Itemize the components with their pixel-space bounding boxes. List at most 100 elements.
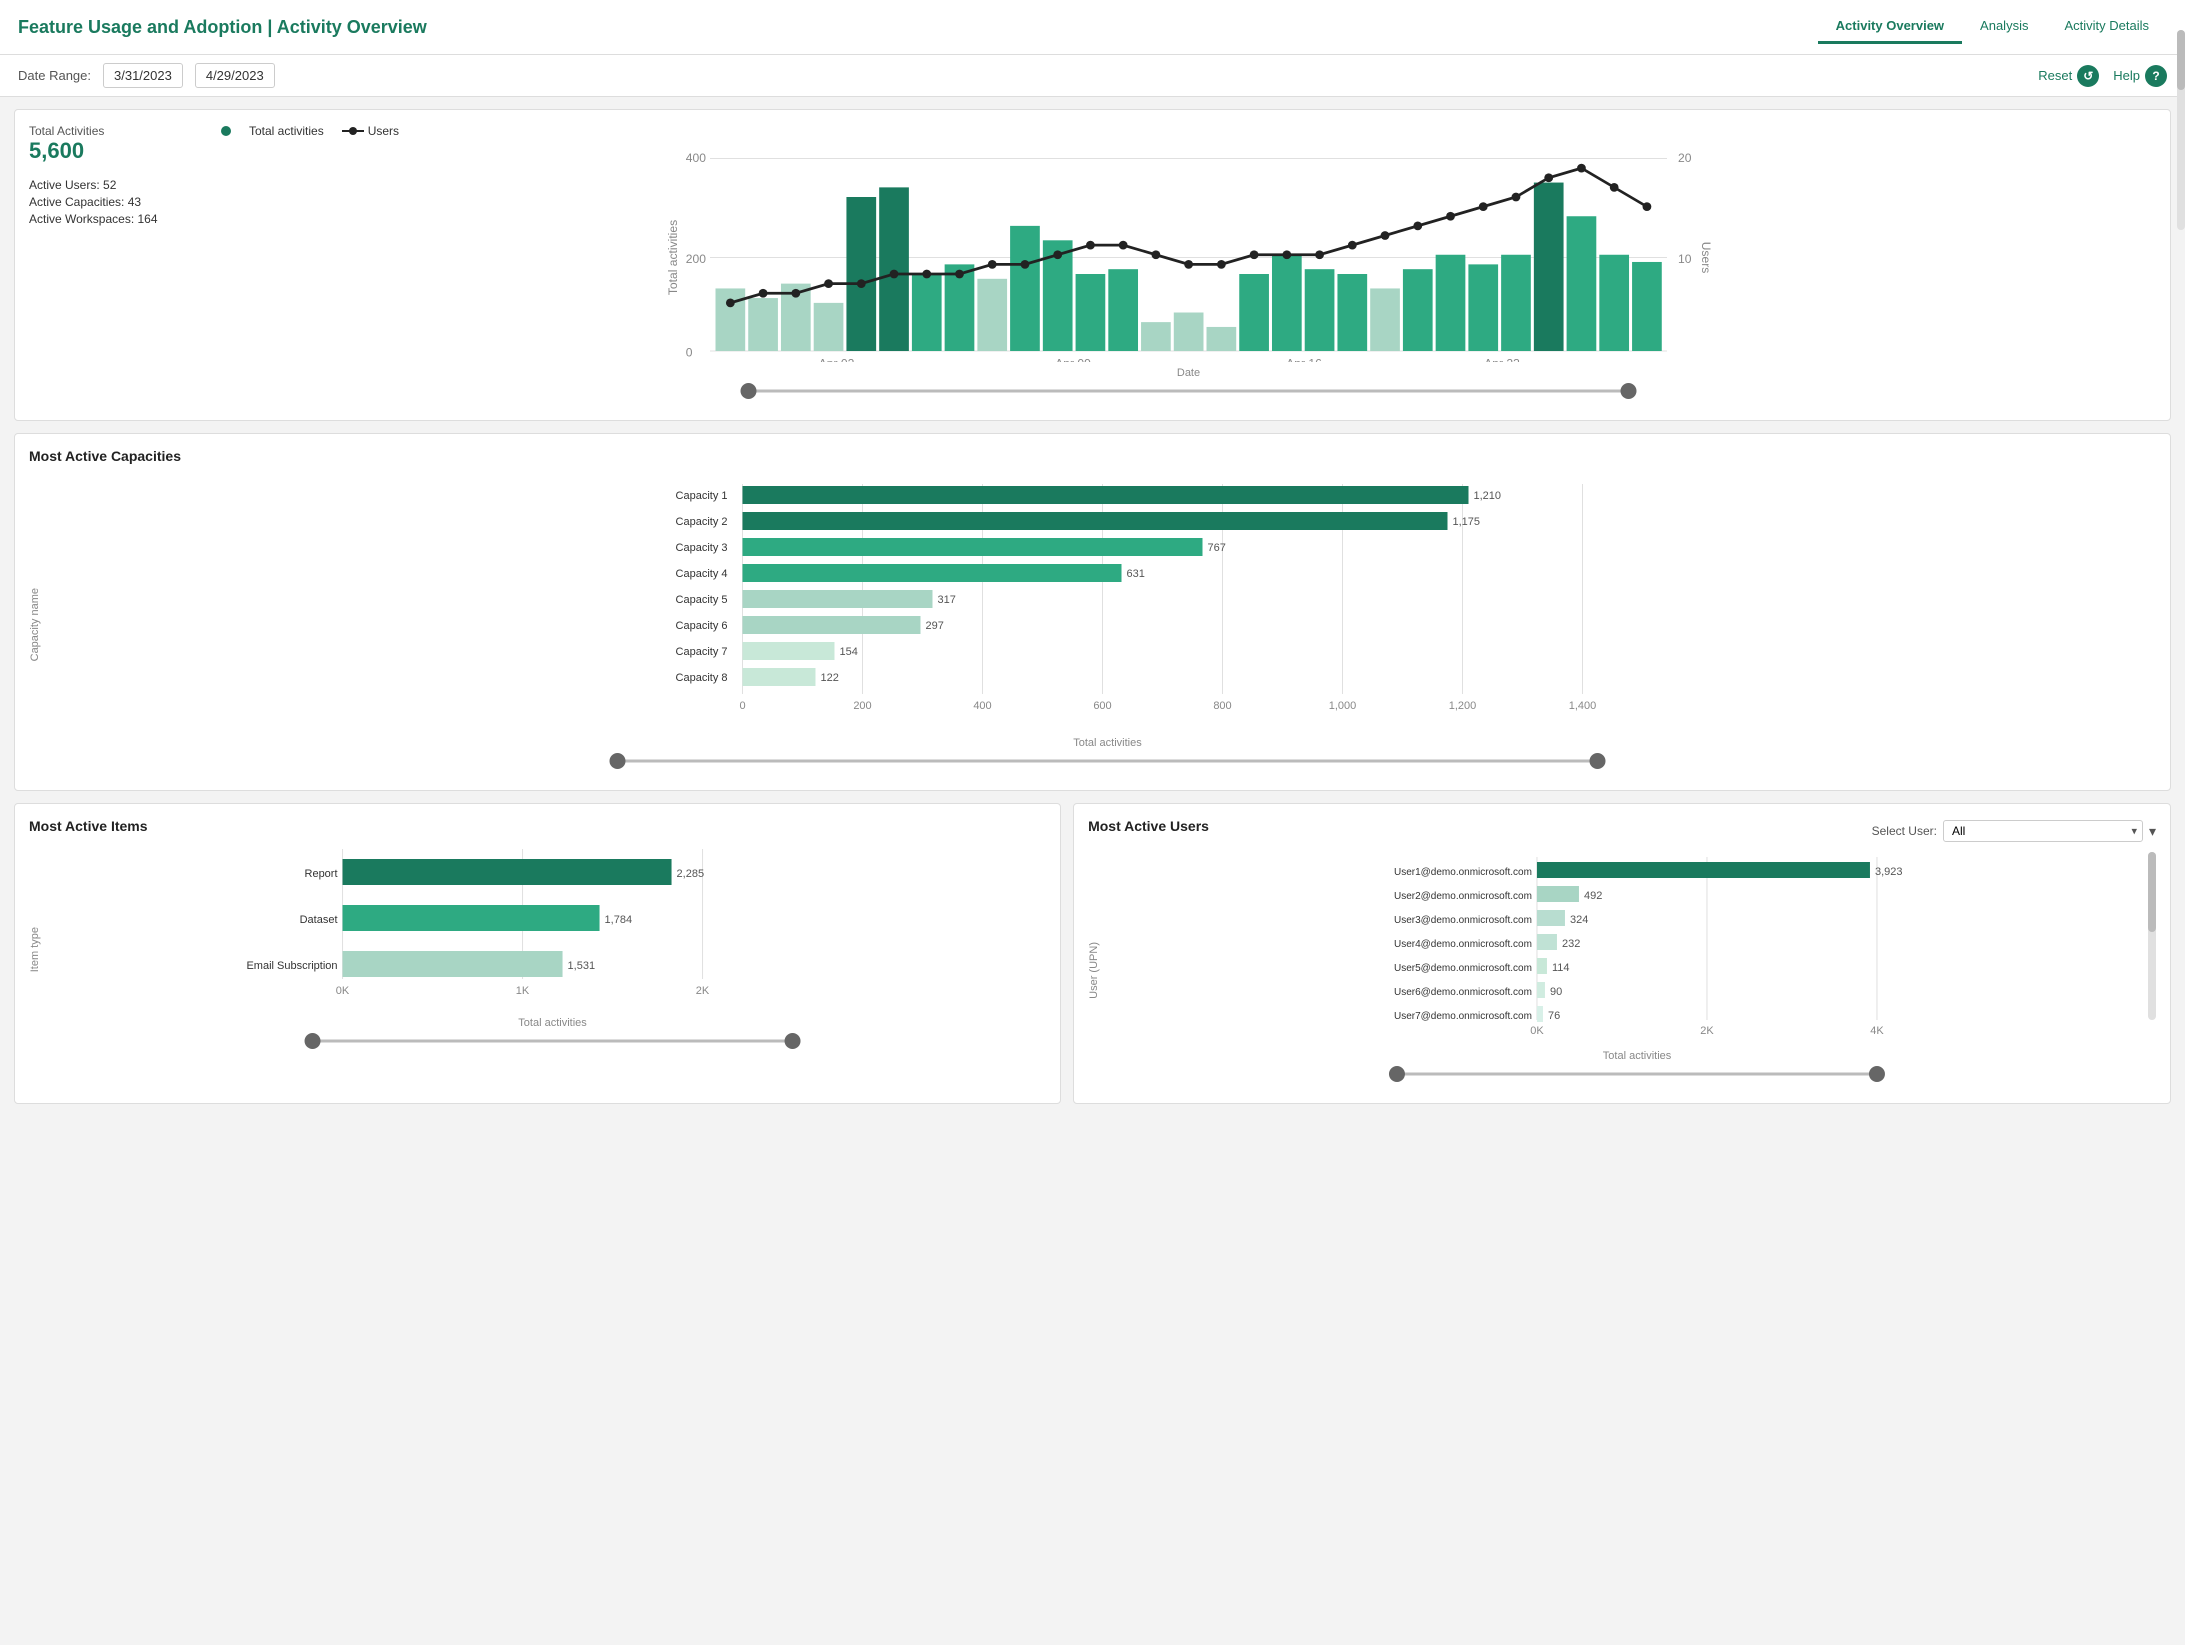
user-bar-3: [1537, 910, 1565, 926]
svg-text:User4@demo.onmicrosoft.com: User4@demo.onmicrosoft.com: [1394, 939, 1532, 950]
items-x-label: Total activities: [59, 1017, 1046, 1029]
users-chart-container: User (UPN) 0K 2K 4K User1@demo.onmicroso…: [1088, 852, 2156, 1089]
help-icon: ?: [2145, 65, 2167, 87]
legend-activities-dot: [221, 126, 231, 136]
svg-text:Apr 23: Apr 23: [1484, 357, 1520, 363]
activity-chart-svg: 400 200 0 20 10 Apr 02 Apr 09 Apr 16 Apr…: [221, 142, 2156, 362]
user-bar-4: [1537, 934, 1557, 950]
users-panel-header: Most Active Users Select User: All User1…: [1088, 818, 2156, 844]
date-start-button[interactable]: 3/31/2023: [103, 63, 183, 88]
top-row: Total Activities 5,600 Active Users: 52 …: [14, 109, 2171, 421]
cap-bar-5: [743, 590, 933, 608]
scrollbar[interactable]: [2177, 30, 2185, 230]
date-range-label: Date Range:: [18, 68, 91, 83]
svg-text:1,210: 1,210: [1474, 490, 1502, 502]
capacity-chart-title: Most Active Capacities: [29, 448, 2156, 464]
nav-tabs: Activity Overview Analysis Activity Deta…: [1818, 10, 2167, 44]
svg-text:Apr 02: Apr 02: [819, 357, 855, 363]
svg-text:Total activities: Total activities: [666, 220, 680, 295]
activity-chart-area: Total activities Users 400 200 0 20 10: [221, 124, 2156, 406]
svg-text:1,531: 1,531: [568, 960, 596, 972]
user-bar-6: [1537, 982, 1545, 998]
items-chart-inner: 0K 1K 2K Report 2,285 Dataset 1,784 Emai…: [59, 844, 1046, 1056]
users-chart-title: Most Active Users: [1088, 818, 1209, 834]
users-scrollbar-thumb[interactable]: [2148, 852, 2156, 932]
user-select[interactable]: All User1@demo.onmicrosoft.com User2@dem…: [1943, 820, 2143, 842]
active-workspaces-stat: Active Workspaces: 164: [29, 212, 195, 226]
items-chart-svg: 0K 1K 2K Report 2,285 Dataset 1,784 Emai…: [59, 844, 1046, 1014]
capacity-chart-svg: 0 200 400 600 800 1,000 1,200 1,400 1,21…: [59, 474, 2156, 734]
users-panel: Most Active Users Select User: All User1…: [1073, 803, 2171, 1104]
date-end-button[interactable]: 4/29/2023: [195, 63, 275, 88]
svg-text:0: 0: [686, 346, 693, 360]
svg-text:User5@demo.onmicrosoft.com: User5@demo.onmicrosoft.com: [1394, 963, 1532, 974]
legend-activities-label: Total activities: [249, 124, 324, 138]
svg-text:317: 317: [938, 594, 956, 606]
toolbar: Date Range: 3/31/2023 4/29/2023 Reset ↺ …: [0, 55, 2185, 97]
svg-text:Apr 09: Apr 09: [1055, 357, 1091, 363]
tab-activity-overview[interactable]: Activity Overview: [1818, 10, 1962, 44]
total-activities-value: 5,600: [29, 138, 195, 164]
scrollbar-thumb[interactable]: [2177, 30, 2185, 90]
svg-text:2K: 2K: [1700, 1025, 1714, 1037]
user-bar-1: [1537, 862, 1870, 878]
tab-activity-details[interactable]: Activity Details: [2046, 10, 2167, 44]
capacity-section: Most Active Capacities Capacity name: [14, 433, 2171, 791]
user-select-wrapper[interactable]: All User1@demo.onmicrosoft.com User2@dem…: [1943, 820, 2143, 842]
svg-text:Capacity 6: Capacity 6: [676, 620, 728, 632]
user-bar-2: [1537, 886, 1579, 902]
svg-text:232: 232: [1562, 938, 1580, 950]
items-y-label-wrapper: Item type: [29, 844, 59, 1056]
svg-text:Capacity 4: Capacity 4: [676, 568, 728, 580]
total-activities-label: Total Activities: [29, 124, 195, 138]
active-capacities-stat: Active Capacities: 43: [29, 195, 195, 209]
svg-text:1,200: 1,200: [1449, 700, 1477, 712]
item-bar-email: [343, 951, 563, 977]
capacity-y-label: Capacity name: [29, 588, 41, 661]
capacity-slider[interactable]: [59, 749, 2156, 776]
items-panel: Most Active Items Item type 0K 1K 2K: [14, 803, 1061, 1104]
bottom-row: Most Active Items Item type 0K 1K 2K: [14, 803, 2171, 1104]
active-users-stat: Active Users: 52: [29, 178, 195, 192]
svg-text:122: 122: [821, 672, 839, 684]
capacity-y-label-wrapper: Capacity name: [29, 474, 59, 776]
svg-text:154: 154: [840, 646, 858, 658]
page-title: Feature Usage and Adoption | Activity Ov…: [18, 17, 427, 38]
user-bar-5: [1537, 958, 1547, 974]
users-slider[interactable]: [1118, 1062, 2156, 1089]
stats-panel: Total Activities 5,600 Active Users: 52 …: [29, 124, 209, 406]
svg-text:76: 76: [1548, 1010, 1560, 1022]
reset-label: Reset: [2038, 68, 2072, 83]
svg-text:114: 114: [1552, 962, 1570, 974]
svg-text:Capacity 3: Capacity 3: [676, 542, 728, 554]
toolbar-right: Reset ↺ Help ?: [2038, 65, 2167, 87]
svg-text:324: 324: [1570, 914, 1588, 926]
svg-text:User2@demo.onmicrosoft.com: User2@demo.onmicrosoft.com: [1394, 891, 1532, 902]
capacity-chart-inner: 0 200 400 600 800 1,000 1,200 1,400 1,21…: [59, 474, 2156, 776]
svg-text:Email Subscription: Email Subscription: [246, 960, 337, 972]
items-chart-container: Item type 0K 1K 2K Report: [29, 844, 1046, 1056]
reset-icon: ↺: [2077, 65, 2099, 87]
svg-text:1,784: 1,784: [605, 914, 633, 926]
capacity-chart-container: Capacity name 0 200 400 600: [29, 474, 2156, 776]
help-button[interactable]: Help ?: [2113, 65, 2167, 87]
legend-users-item: Users: [342, 124, 399, 138]
svg-text:767: 767: [1208, 542, 1226, 554]
svg-text:Users: Users: [1699, 242, 1713, 274]
svg-text:Report: Report: [305, 868, 338, 880]
svg-text:400: 400: [686, 151, 706, 165]
svg-text:90: 90: [1550, 986, 1562, 998]
svg-text:20: 20: [1678, 151, 1692, 165]
capacity-x-label: Total activities: [59, 737, 2156, 749]
users-scrollbar[interactable]: [2148, 852, 2156, 1020]
reset-button[interactable]: Reset ↺: [2038, 65, 2099, 87]
svg-text:Capacity 2: Capacity 2: [676, 516, 728, 528]
users-chart-inner: 0K 2K 4K User1@demo.onmicrosoft.com 3,92…: [1118, 852, 2156, 1089]
activity-slider[interactable]: [221, 379, 2156, 406]
items-slider[interactable]: [59, 1029, 1046, 1056]
tab-analysis[interactable]: Analysis: [1962, 10, 2046, 44]
dropdown-chevron-icon: ▾: [2149, 823, 2156, 840]
svg-text:2,285: 2,285: [677, 868, 705, 880]
svg-text:1,400: 1,400: [1569, 700, 1597, 712]
cap-bar-1: [743, 486, 1469, 504]
